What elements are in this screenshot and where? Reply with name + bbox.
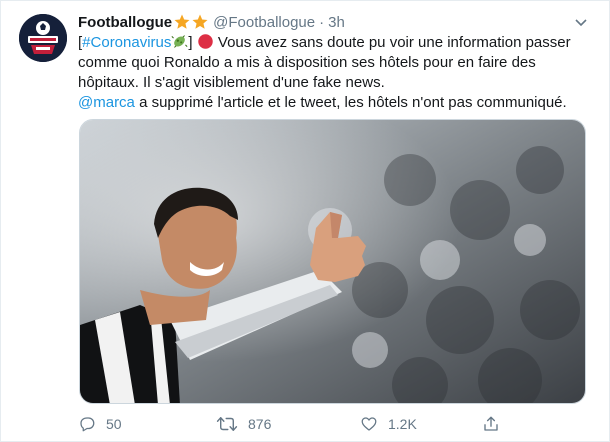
author-handle[interactable]: @Footballogue [213,14,315,31]
like-button[interactable]: 1.2K [360,413,417,435]
tweet-text-line: @marca a supprimé l'article et le tweet,… [78,93,598,113]
star-icon [192,14,208,29]
text-segment: Vous avez sans doute pu voir une informa… [213,34,571,51]
tweet-photo[interactable] [79,119,586,404]
retweet-button[interactable]: 876 [216,413,271,435]
timestamp[interactable]: 3h [328,14,345,31]
red-circle-icon [198,34,213,49]
star-emojis [173,13,209,31]
share-button[interactable] [482,413,510,435]
retweet-count: 876 [248,416,272,432]
reply-icon [80,417,95,432]
chevron-down-icon [575,19,587,27]
retweet-icon [216,417,238,431]
hashtag-link[interactable]: #Coronavirus [82,34,171,51]
bracket-close: ] [188,34,193,51]
text-segment: a supprimé l'article et le tweet, les hô… [134,94,567,111]
more-options-button[interactable] [571,13,591,33]
microbe-icon [171,35,188,48]
footballogue-logo [19,14,67,62]
mention-link[interactable]: @marca [78,94,135,111]
tweet-text: [#Coronavirus] Vous avez sans doute pu v… [78,33,598,113]
star-icon [174,14,190,29]
tweet-text-line: [#Coronavirus] Vous avez sans doute pu v… [78,33,598,53]
tweet-header: Footballogue @Footballogue · 3h [78,12,569,32]
author-name[interactable]: Footballogue [78,14,172,31]
reply-count: 50 [106,416,122,432]
heart-icon [361,417,377,431]
like-count: 1.2K [388,416,417,432]
tweet-text-line: hôpitaux. Il s'agit visiblement d'une fa… [78,74,385,91]
avatar[interactable] [19,14,67,62]
tweet-actions: 50 876 1.2K [78,413,518,435]
separator-dot: · [319,13,325,31]
tweet-text-line: comme quoi Ronaldo a mis à disposition s… [78,54,536,71]
share-icon [484,416,498,431]
tweet-card[interactable]: Footballogue @Footballogue · 3h [#Corona… [0,0,610,442]
reply-button[interactable]: 50 [78,413,122,435]
photo-thumbs-up-player [80,120,585,403]
